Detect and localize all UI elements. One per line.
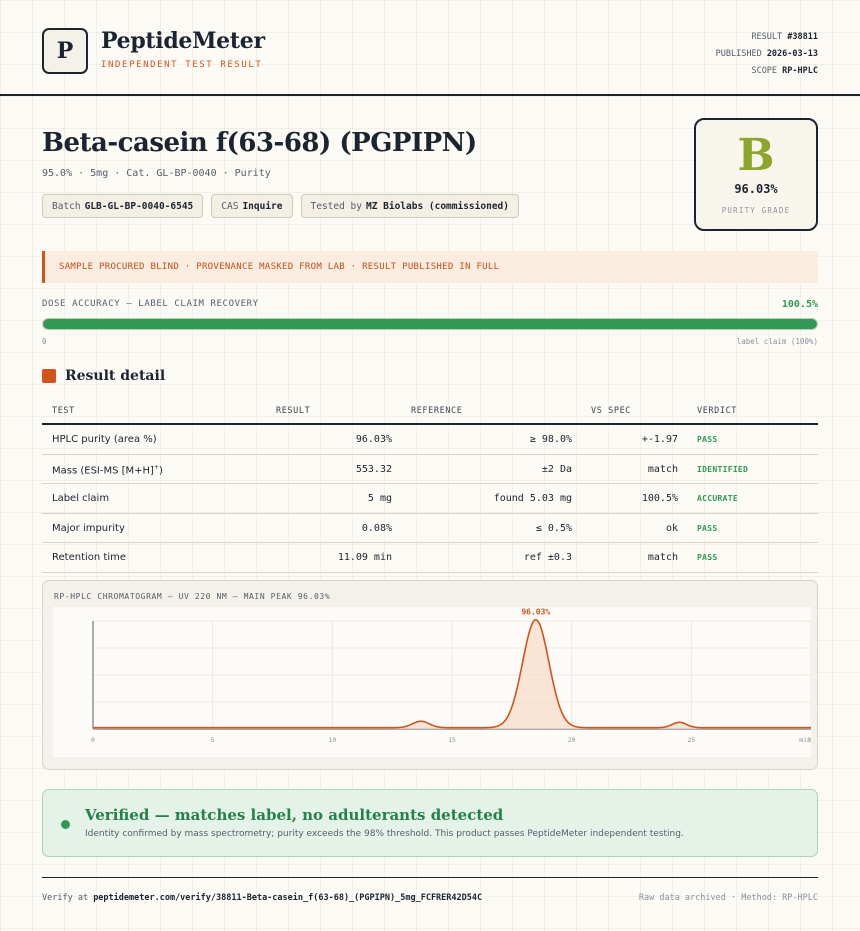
x-unit-label: min [799,736,811,744]
cell-verdict: PASS [697,523,718,533]
provenance-notice: SAMPLE PROCURED BLIND · PROVENANCE MASKE… [42,251,818,283]
cell-test: Label claim [52,493,110,504]
dose-percent: 100.5% [781,299,818,310]
table-row: HPLC purity (area %) 96.03% ≥ 98.0% +-1.… [42,425,818,455]
footer-divider [42,877,818,878]
purity-grade-card: B 96.03% PURITY GRADE [694,118,818,231]
result-meta: RESULT #38811 PUBLISHED 2026-03-13 SCOPE… [716,29,818,80]
verified-banner: Verified — matches label, no adulterants… [42,789,818,857]
plot-background [53,607,811,757]
section-header: Result detail [42,368,165,384]
cell-result: 0.08% [361,522,392,534]
x-tick-label: 20 [568,736,576,744]
chromatogram-panel: RP-HPLC CHROMATOGRAM — UV 220 NM — MAIN … [42,580,818,770]
cell-test: Retention time [52,552,126,563]
meta-published: PUBLISHED 2026-03-13 [715,49,818,59]
header-result: RESULT [276,406,311,416]
cell-test: Major impurity [52,522,125,534]
cell-vs-spec: match [647,552,678,563]
table-row: Major impurity 0.08% ≤ 0.5% ok PASS [42,514,818,543]
verify-link[interactable]: Verify at peptidemeter.com/verify/38811-… [42,893,482,903]
cell-verdict: IDENTIFIED [697,464,749,474]
meta-result: RESULT #38811 [751,32,818,42]
cell-reference: ≥ 98.0% [529,434,572,445]
footer-method: Raw data archived · Method: RP-HPLC [638,893,818,903]
x-tick-label: 0 [91,736,95,744]
cell-result: 5 mg [367,493,392,504]
cell-test: Mass (ESI-MS [M+H]+) [52,463,163,476]
cell-result: 553.32 [355,463,392,475]
x-tick-label: 25 [687,736,695,744]
cell-vs-spec: ok [665,522,678,534]
chromatogram-title: RP-HPLC CHROMATOGRAM — UV 220 NM — MAIN … [54,592,331,601]
dose-min-label: 0 [42,337,47,346]
grade-label: PURITY GRADE [721,206,791,215]
section-square-icon [42,369,56,383]
cell-verdict: PASS [697,553,718,562]
meta-scope: SCOPE RP-HPLC [751,66,818,76]
cell-vs-spec: +-1.97 [641,434,678,445]
result-table: TEST RESULT REFERENCE VS SPEC VERDICT HP… [42,397,818,573]
table-header: TEST RESULT REFERENCE VS SPEC VERDICT [42,397,818,425]
tested-by-chip: Tested by MZ Biolabs (commissioned) [300,194,519,218]
dose-progress-fill [43,319,817,329]
cell-vs-spec: 100.5% [641,493,678,504]
grade-letter: B [737,130,775,181]
brand-tagline: INDEPENDENT TEST RESULT [101,60,263,70]
peak-label: 96.03% [521,608,550,617]
cell-result: 96.03% [355,434,392,445]
dose-max-label: label claim (100%) [736,337,818,346]
product-title: Beta-casein f(63-68) (PGPIPN) [42,128,477,158]
section-title: Result detail [65,368,166,384]
cell-verdict: PASS [697,435,718,444]
cell-reference: ±2 Da [541,463,572,475]
header-vs-spec: VS SPEC [591,406,632,416]
cas-chip: CAS Inquire [211,194,293,218]
x-tick-label: 15 [448,736,456,744]
product-subtitle: 95.0% · 5mg · Cat. GL-BP-0040 · Purity [42,168,271,179]
verified-dot-icon [61,820,70,829]
table-row: Mass (ESI-MS [M+H]+) 553.32 ±2 Da match … [42,455,818,484]
product-chips: Batch GLB-GL-BP-0040-6545 CAS Inquire Test… [42,194,519,218]
batch-chip: Batch GLB-GL-BP-0040-6545 [42,194,204,218]
header-verdict: VERDICT [697,406,738,416]
table-row: Retention time 11.09 min ref ±0.3 match … [42,543,818,573]
cell-test: HPLC purity (area %) [52,434,157,445]
cell-reference: ≤ 0.5% [535,522,572,534]
cell-result: 11.09 min [337,552,392,563]
grade-value: 96.03% [734,182,778,196]
verified-description: Identity confirmed by mass spectrometry;… [85,829,684,839]
logo-icon: P [42,28,88,74]
header-reference: REFERENCE [411,406,463,416]
chromatogram-chart: 96.03%051015202530min [53,607,811,757]
dose-progress-bar [42,318,818,330]
verified-title: Verified — matches label, no adulterants… [85,806,504,824]
header-test: TEST [52,406,75,416]
cell-vs-spec: match [647,463,678,475]
x-tick-label: 5 [211,736,215,744]
cell-verdict: ACCURATE [697,494,738,503]
brand-name[interactable]: PeptideMeter [101,28,265,54]
cell-reference: ref ±0.3 [523,552,572,563]
dose-label: DOSE ACCURACY — LABEL CLAIM RECOVERY [42,299,259,309]
report-header: P PeptideMeter INDEPENDENT TEST RESULT R… [0,0,860,96]
x-tick-label: 10 [328,736,336,744]
cell-reference: found 5.03 mg [493,493,572,504]
table-row: Label claim 5 mg found 5.03 mg 100.5% AC… [42,484,818,514]
